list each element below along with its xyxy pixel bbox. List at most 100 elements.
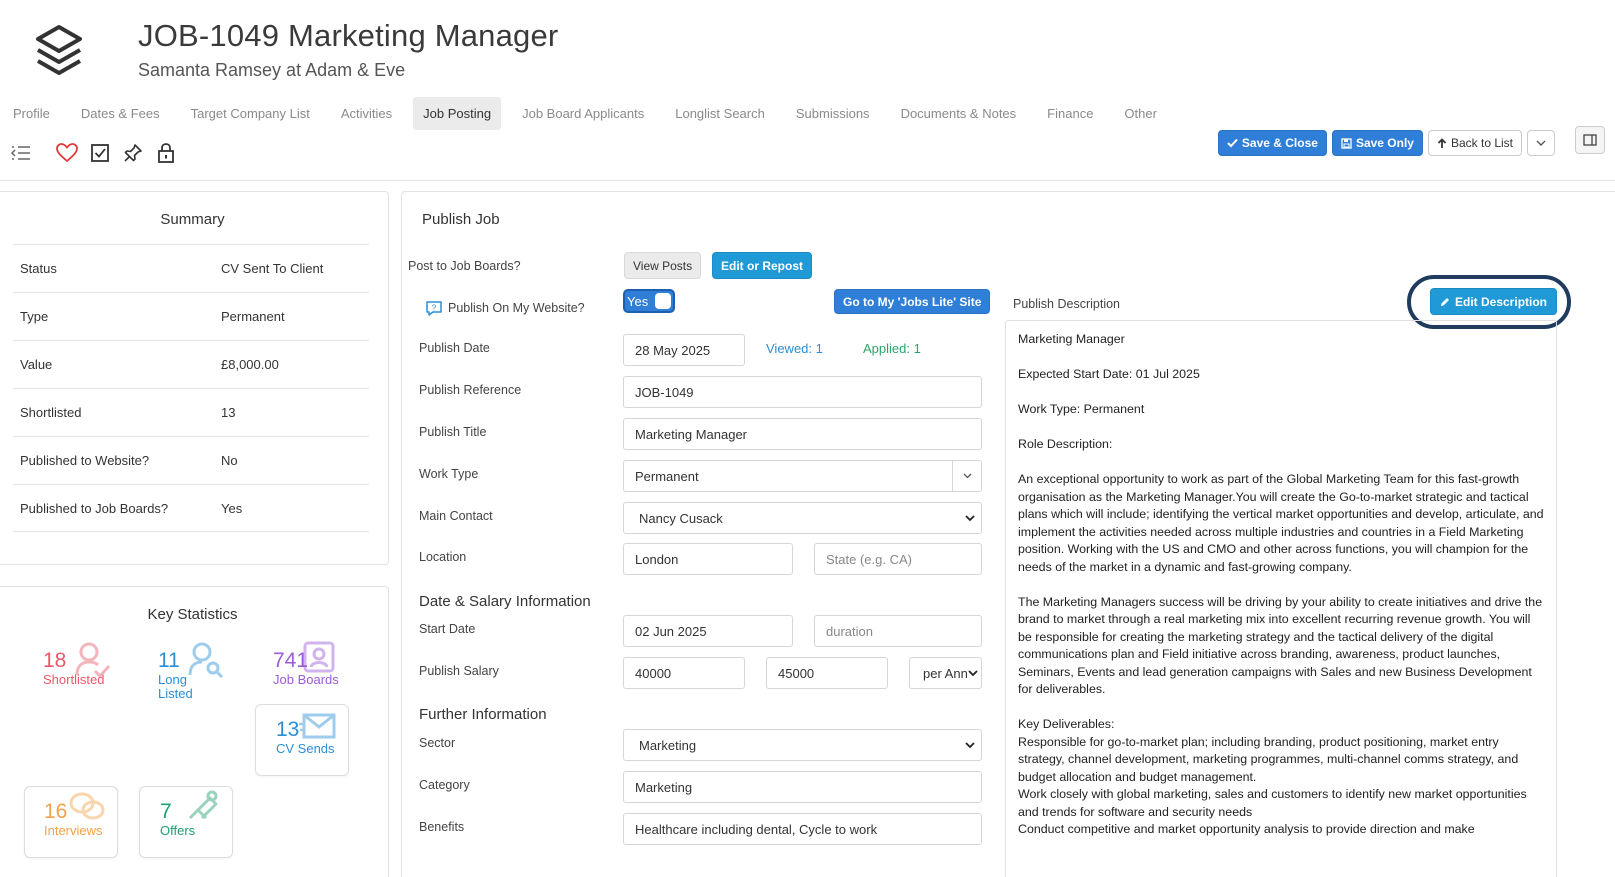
salary-min-input[interactable]: 40000 [623,657,745,689]
summary-panel: Summary Status CV Sent To Client Type Perm… [0,191,389,565]
publish-salary-label: Publish Salary [419,664,499,678]
benefits-label: Benefits [419,820,465,834]
tab-longlist-search[interactable]: Longlist Search [665,97,775,130]
publish-date-label: Publish Date [419,341,490,355]
arrow-up-icon [1437,137,1447,148]
stat-offers-label: Offers [160,823,196,838]
stat-card-cv-sends[interactable]: 13 CV Sends [255,704,349,776]
tab-job-board-applicants[interactable]: Job Board Applicants [512,97,654,130]
summary-value: £8,000.00 [221,357,279,372]
user-check-icon [75,642,111,679]
viewed-count: Viewed: 1 [766,341,823,356]
tab-profile[interactable]: Profile [0,97,60,130]
svg-text:?: ? [432,304,437,313]
back-to-list-button[interactable]: Back to List [1427,130,1522,156]
publish-description-box[interactable]: Marketing Manager Expected Start Date: 0… [1005,320,1557,877]
view-posts-button[interactable]: View Posts [624,252,702,279]
tab-target-company-list[interactable]: Target Company List [181,97,320,130]
publish-title-input[interactable]: Marketing Manager [623,418,982,450]
publish-reference-input[interactable]: JOB-1049 [623,376,982,408]
edit-or-repost-button[interactable]: Edit or Repost [712,252,813,279]
location-input[interactable]: London [623,543,793,575]
stat-cv-sends-label: CV Sends [276,741,335,756]
start-date-input[interactable]: 02 Jun 2025 [623,615,793,647]
chevron-down-icon [968,670,978,677]
stat-interviews-label: Interviews [44,823,103,838]
date-salary-heading: Date & Salary Information [419,593,591,610]
publish-reference-label: Publish Reference [419,383,522,397]
tab-other[interactable]: Other [1114,97,1167,130]
summary-table: Status CV Sent To Client Type Permanent Va… [13,244,369,532]
summary-key: Shortlisted [20,405,82,420]
summary-key: Type [20,309,49,324]
stat-interviews: 16 Interviews [44,792,116,838]
job-title: JOB-1049 Marketing Manager [138,18,559,53]
lock-icon[interactable] [155,142,177,164]
stat-shortlisted[interactable]: 18 Shortlisted [43,642,123,687]
stat-job-boards[interactable]: 741 Job Boards [273,641,353,687]
benefits-input[interactable]: Healthcare including dental, Cycle to wo… [623,813,982,845]
summary-value: CV Sent To Client [221,261,324,276]
key-statistics-title: Key Statistics [147,606,238,623]
tab-submissions[interactable]: Submissions [786,97,880,130]
work-type-select[interactable]: Permanent [623,460,982,492]
salary-period-select[interactable]: per Ann [909,657,982,689]
more-options-button[interactable] [1527,130,1555,156]
edit-description-button[interactable]: Edit Description [1430,288,1558,315]
save-close-label: Save & Close [1241,136,1318,150]
save-close-button[interactable]: Save & Close [1217,130,1327,156]
deliverable-item: Responsible for go-to-market plan; inclu… [1018,734,1519,784]
save-only-button[interactable]: Save Only [1331,130,1423,156]
description-paragraph: The Marketing Managers success will be d… [1018,594,1543,697]
summary-value: Permanent [221,309,285,324]
publish-date-input[interactable]: 28 May 2025 [623,334,745,366]
pin-icon[interactable] [122,142,144,164]
sector-value: Marketing [639,737,697,753]
tab-dates-fees[interactable]: Dates & Fees [71,97,170,130]
state-input[interactable]: State (e.g. CA) [814,543,982,575]
summary-row: Status CV Sent To Client [13,244,369,292]
summary-value: No [221,453,238,468]
stat-long-listed[interactable]: 11 Long Listed [158,642,224,701]
description-paragraph: An exceptional opportunity to work as pa… [1018,472,1544,574]
chevron-down-icon [952,461,981,491]
summary-row: Shortlisted 13 [13,388,369,436]
summary-row: Published to Job Boards? Yes [13,484,369,532]
stat-card-interviews[interactable]: 16 Interviews [24,786,118,858]
tab-finance[interactable]: Finance [1037,97,1103,130]
publish-description-label: Publish Description [1013,297,1120,311]
deliverables-heading: Key Deliverables: [1018,717,1115,731]
duration-input[interactable]: duration [814,615,982,647]
go-to-jobs-site-button[interactable]: Go to My 'Jobs Lite' Site [834,289,991,314]
sector-select[interactable]: Marketing [623,729,982,761]
panel-toggle-button[interactable] [1575,126,1605,154]
checkbox-icon[interactable] [89,142,111,164]
tab-documents-notes[interactable]: Documents & Notes [891,97,1027,130]
stat-card-offers[interactable]: 7 Offers [139,786,233,858]
toggle-knob [655,293,671,309]
envelope-icon [299,713,336,739]
heart-icon[interactable] [56,142,78,164]
stat-job-boards-label: Job Boards [273,672,339,687]
deliverable-item: Conduct competitive and market opportuni… [1018,822,1475,836]
help-chat-icon[interactable]: ? [425,300,443,317]
publish-website-toggle[interactable]: Yes [623,289,675,313]
chevron-down-icon [965,742,975,749]
summary-row: Type Permanent [13,292,369,340]
action-buttons: Save & Close Save Only Back to List [1217,130,1560,156]
publish-title-label: Publish Title [419,425,487,439]
salary-max-input[interactable]: 45000 [766,657,888,689]
description-paragraph: Marketing Manager [1018,332,1125,346]
description-paragraph: Work Type: Permanent [1018,402,1145,416]
tab-activities[interactable]: Activities [331,97,402,130]
main-contact-select[interactable]: Nancy Cusack [623,502,982,534]
summary-key: Value [20,357,53,372]
main-contact-value: Nancy Cusack [639,510,723,526]
tab-job-posting[interactable]: Job Posting [413,96,502,130]
category-input[interactable]: Marketing [623,771,982,803]
key-statistics-panel: Key Statistics 18 Shortlisted 11 Long Li… [0,586,389,877]
check-icon [1227,138,1238,148]
user-search-icon [188,642,224,679]
collapse-menu-icon[interactable] [10,142,32,164]
summary-value: 13 [221,405,236,420]
